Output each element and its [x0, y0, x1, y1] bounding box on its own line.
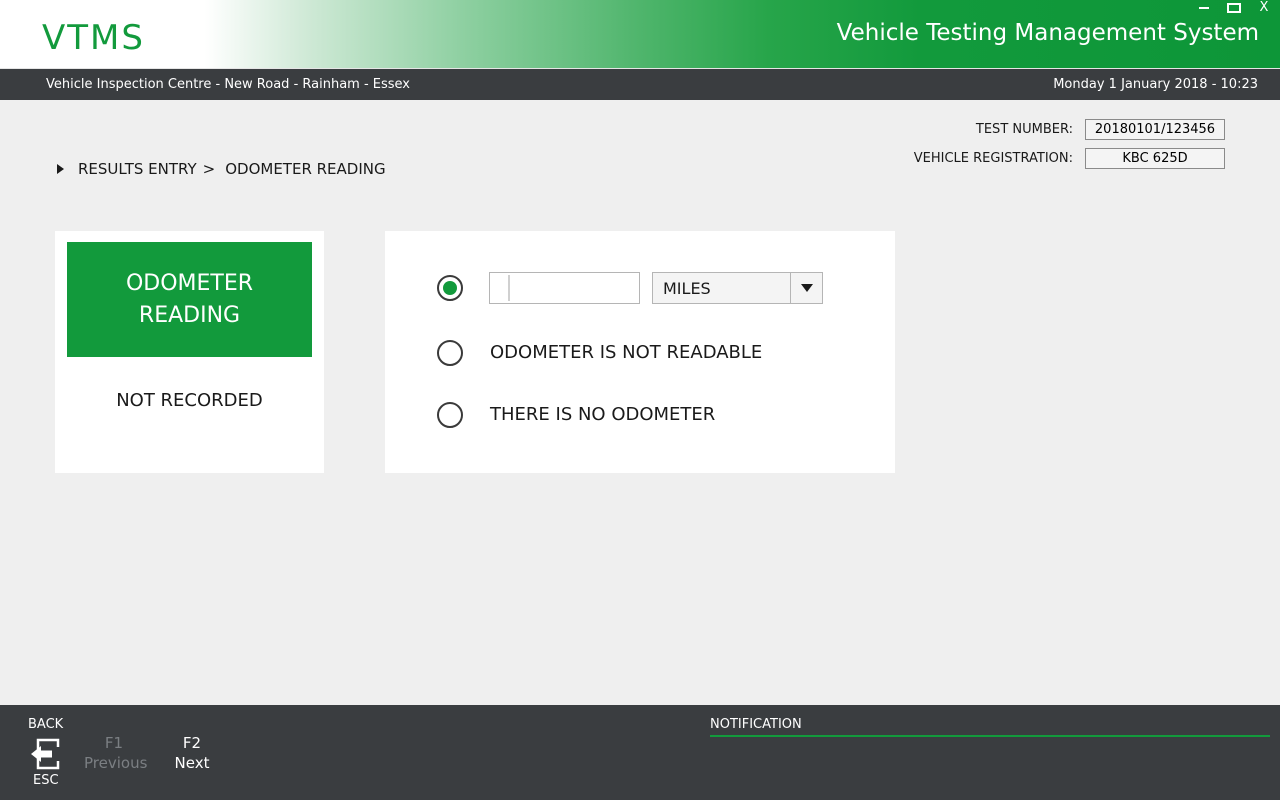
esc-key-label: ESC — [33, 773, 59, 788]
exit-icon[interactable] — [30, 738, 60, 770]
minimize-icon — [1199, 6, 1209, 9]
notification-divider — [710, 735, 1270, 737]
no-odometer-radio[interactable] — [437, 402, 463, 428]
vtms-logo: VTMS — [42, 18, 145, 58]
window-controls: X — [1196, 0, 1272, 16]
footer-bar: BACK ESC F1 Previous F2 Next NOTIFICATIO… — [0, 705, 1280, 800]
info-bar: Vehicle Inspection Centre - New Road - R… — [0, 69, 1280, 100]
odometer-status: NOT RECORDED — [116, 390, 263, 411]
test-number-field: 20180101/123456 — [1085, 119, 1225, 140]
f1-key-label: F1 — [104, 734, 124, 752]
breadcrumb-section[interactable]: RESULTS ENTRY — [78, 160, 197, 178]
breadcrumb-arrow-icon — [57, 164, 64, 174]
next-label: Next — [174, 754, 210, 772]
vehicle-registration-field: KBC 625D — [1085, 148, 1225, 169]
centre-location: Vehicle Inspection Centre - New Road - R… — [46, 77, 410, 92]
current-datetime: Monday 1 January 2018 - 10:23 — [1053, 77, 1258, 92]
breadcrumb-current-page: ODOMETER READING — [225, 160, 386, 178]
odometer-summary-card: ODOMETER READING NOT RECORDED — [55, 231, 324, 473]
maximize-icon — [1227, 2, 1241, 13]
notification-label: NOTIFICATION — [710, 717, 802, 732]
reading-radio[interactable] — [437, 275, 463, 301]
unit-dropdown[interactable]: MILES — [652, 272, 823, 304]
unit-selected-value: MILES — [663, 279, 711, 298]
tile-title-line2: READING — [138, 302, 241, 328]
app-title: Vehicle Testing Management System — [836, 20, 1259, 46]
previous-label: Previous — [84, 754, 148, 772]
not-readable-label[interactable]: ODOMETER IS NOT READABLE — [490, 342, 762, 364]
not-readable-radio[interactable] — [437, 340, 463, 366]
odometer-options-card: MILES ODOMETER IS NOT READABLE THERE IS … — [385, 231, 895, 473]
minimize-button[interactable] — [1196, 0, 1212, 16]
breadcrumb-separator: > — [202, 160, 216, 178]
previous-button[interactable]: F1 Previous — [84, 733, 148, 773]
app-header: VTMS Vehicle Testing Management System X — [0, 0, 1280, 69]
test-number-label: TEST NUMBER: — [975, 122, 1073, 137]
no-odometer-label[interactable]: THERE IS NO ODOMETER — [490, 404, 715, 426]
next-button[interactable]: F2 Next — [172, 733, 212, 773]
breadcrumb: RESULTS ENTRY > ODOMETER READING — [57, 160, 386, 178]
back-label: BACK — [28, 717, 64, 732]
tile-title-line1: ODOMETER — [125, 270, 254, 296]
vehicle-registration-label: VEHICLE REGISTRATION: — [913, 151, 1073, 166]
odometer-reading-input[interactable] — [489, 272, 640, 304]
maximize-button[interactable] — [1226, 0, 1242, 16]
f2-key-label: F2 — [182, 734, 202, 752]
chevron-down-icon — [800, 284, 813, 292]
dropdown-toggle[interactable] — [790, 273, 822, 303]
close-button[interactable]: X — [1256, 0, 1272, 16]
odometer-reading-tile: ODOMETER READING — [67, 242, 312, 357]
